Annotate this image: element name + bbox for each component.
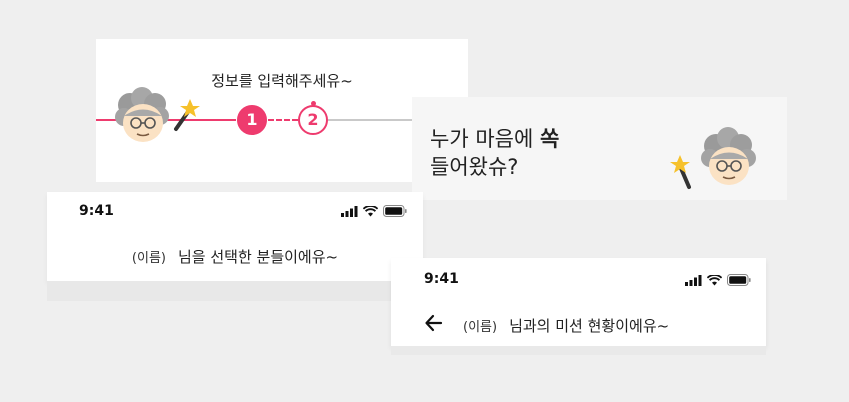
- step-marker-dot: [311, 101, 316, 106]
- mission-status-headline: (이름) 님과의 미션 현황이에유~: [463, 315, 669, 336]
- grandma-icon: [670, 127, 756, 189]
- user-name-placeholder: (이름): [463, 320, 498, 335]
- magic-wand-icon: [670, 155, 691, 189]
- signal-icon: [341, 205, 358, 217]
- status-bar: 9:41: [47, 192, 423, 230]
- battery-icon: [727, 274, 751, 286]
- liked-prompt-emphasis: 쏙: [539, 127, 560, 151]
- battery-icon: [383, 205, 407, 217]
- mission-status-text: 님과의 미션 현황이에유~: [509, 317, 670, 335]
- wifi-icon: [707, 274, 722, 285]
- select-people-card: 9:41 (이름) 님을 선택한 분들이에유~: [47, 192, 423, 301]
- mission-status-card: 9:41 (이름) 님과의 미션 현황이에유~: [391, 258, 766, 355]
- grandma-icon: [115, 87, 200, 142]
- liked-prompt-text: 누가 마음에 쏙 들어왔슈?: [430, 125, 559, 181]
- select-people-headline: (이름) 님을 선택한 분들이에유~: [47, 246, 423, 267]
- select-people-text: 님을 선택한 분들이에유~: [177, 248, 339, 266]
- step-2-label: 2: [307, 110, 319, 129]
- step-1-indicator: 1: [237, 105, 267, 135]
- status-icons: [685, 274, 751, 286]
- wifi-icon: [363, 205, 378, 216]
- liked-prompt-card: 누가 마음에 쏙 들어왔슈?: [412, 97, 787, 200]
- status-time: 9:41: [424, 271, 459, 287]
- magic-wand-icon: [174, 99, 200, 131]
- liked-prompt-line2: 들어왔슈?: [430, 155, 519, 179]
- user-name-placeholder: (이름): [131, 251, 166, 266]
- card-shadow-area: [47, 281, 423, 301]
- back-arrow-icon[interactable]: [424, 313, 444, 333]
- status-time: 9:41: [79, 203, 114, 219]
- signal-icon: [685, 274, 702, 286]
- status-bar: 9:41: [391, 258, 766, 296]
- liked-prompt-line1: 누가 마음에: [430, 127, 540, 151]
- progress-track-current: [268, 119, 298, 121]
- status-icons: [341, 205, 407, 217]
- card-shadow-area: [391, 346, 766, 355]
- step-1-label: 1: [246, 110, 258, 129]
- step-2-indicator: 2: [298, 101, 328, 135]
